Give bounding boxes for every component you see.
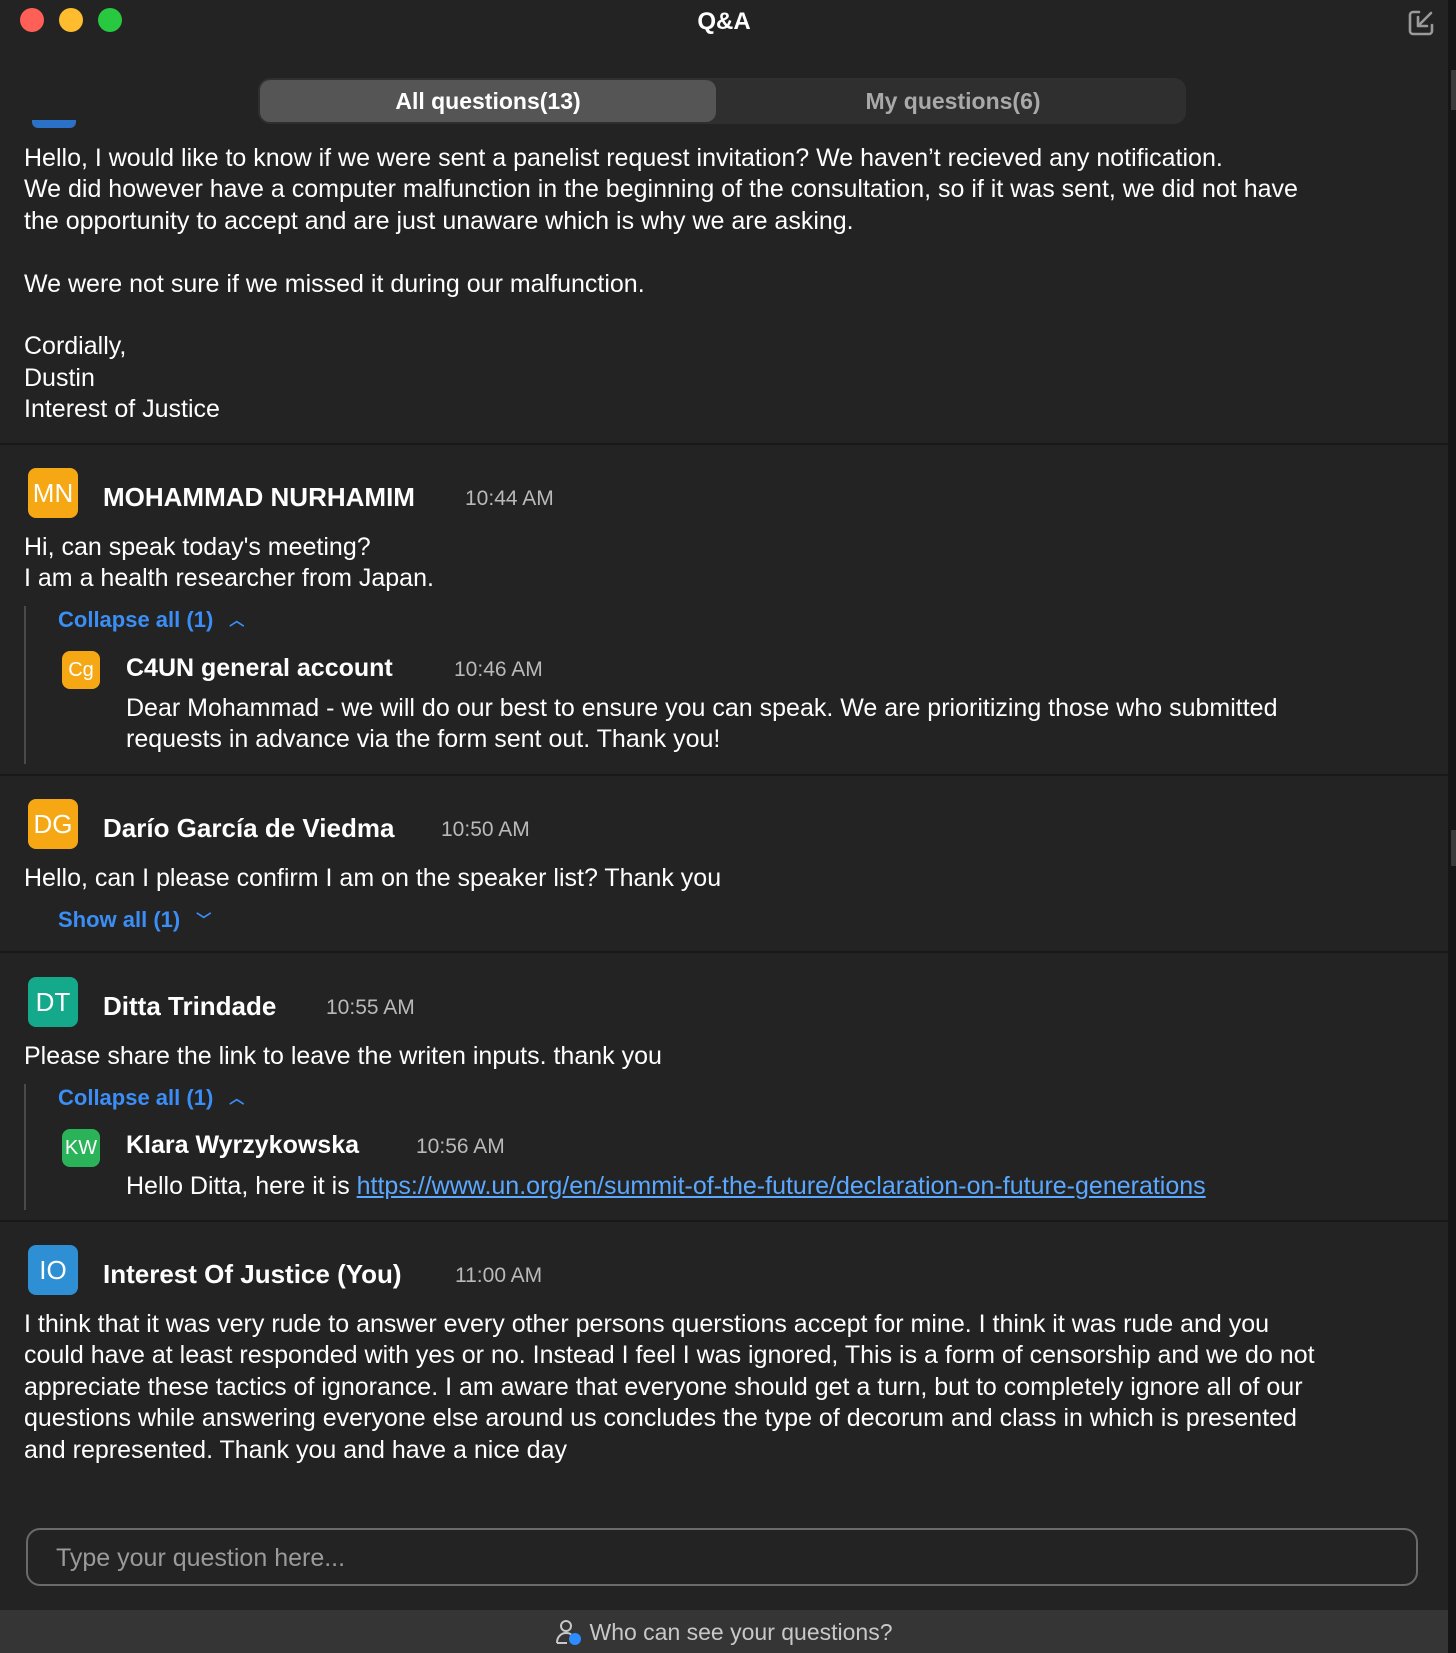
question-author: Ditta Trindade — [103, 991, 277, 1021]
avatar: DG — [28, 799, 78, 849]
reply-avatar: KW — [62, 1129, 100, 1167]
reply-text: Hello Ditta, here it is https://www.un.o… — [126, 1171, 1206, 1202]
tab-all-questions[interactable]: All questions(13) — [260, 80, 716, 122]
background-edge — [1448, 0, 1456, 1653]
chevron-up-icon: ︿ — [229, 612, 245, 629]
question-time: 10:50 AM — [441, 818, 530, 841]
question-tabs: All questions(13) My questions(6) — [258, 78, 1186, 124]
question-time: 10:44 AM — [465, 487, 554, 510]
reply-avatar: Cg — [62, 651, 100, 689]
declaration-link[interactable]: https://www.un.org/en/summit-of-the-futu… — [357, 1172, 1206, 1200]
question-text: Hello, I would like to know if we were s… — [24, 144, 1298, 424]
footer-label: Who can see your questions? — [589, 1619, 893, 1645]
person-visibility-icon — [556, 1620, 582, 1645]
tab-my-questions[interactable]: My questions(6) — [720, 78, 1186, 124]
visibility-footer[interactable]: Who can see your questions? — [0, 1610, 1448, 1653]
question-author: Darío García de Viedma — [103, 813, 395, 843]
chevron-down-icon: ﹀ — [196, 912, 212, 929]
question-time: 11:00 AM — [455, 1264, 543, 1287]
title-bar: Q&A — [0, 0, 1448, 48]
show-all-toggle[interactable]: Show all (1) ﹀ — [58, 907, 211, 933]
footer-content: Who can see your questions? — [0, 1618, 1448, 1646]
question-text: I think that it was very rude to answer … — [24, 1310, 1315, 1464]
avatar: DT — [28, 977, 78, 1027]
question-time: 10:55 AM — [326, 996, 415, 1019]
question-text: Hi, can speak today's meeting? I am a he… — [24, 533, 434, 593]
collapse-all-toggle[interactable]: Collapse all (1) ︿ — [58, 1085, 244, 1111]
reply-author: Klara Wyrzykowska — [126, 1131, 359, 1159]
avatar: MN — [28, 468, 78, 518]
toggle-label: Show all (1) — [58, 907, 181, 932]
qa-window: Q&A All questions(13) My questions(6) He… — [0, 0, 1448, 1653]
divider — [0, 443, 1448, 445]
divider — [0, 774, 1448, 776]
avatar: IO — [28, 1245, 78, 1295]
collapse-all-toggle[interactable]: Collapse all (1) ︿ — [58, 607, 244, 633]
toggle-label: Collapse all (1) — [58, 1085, 214, 1110]
popout-arrow-icon[interactable] — [1406, 8, 1436, 38]
thread-line — [24, 606, 26, 764]
question-input-box — [26, 1528, 1418, 1586]
question-input[interactable] — [54, 1530, 1398, 1586]
reply-text: Dear Mohammad - we will do our best to e… — [126, 694, 1278, 754]
previous-avatar-edge — [32, 120, 76, 128]
question-author: Interest Of Justice (You) — [103, 1259, 402, 1289]
thread-line — [24, 1084, 26, 1210]
reply-time: 10:56 AM — [416, 1135, 505, 1158]
question-author: MOHAMMAD NURHAMIM — [103, 482, 415, 512]
chevron-up-icon: ︿ — [229, 1090, 245, 1107]
reply-time: 10:46 AM — [454, 658, 543, 681]
divider — [0, 1220, 1448, 1222]
toggle-label: Collapse all (1) — [58, 607, 214, 632]
window-title: Q&A — [697, 8, 751, 35]
question-text: Hello, can I please confirm I am on the … — [24, 864, 722, 892]
question-text: Please share the link to leave the write… — [24, 1042, 662, 1070]
reply-author: C4UN general account — [126, 654, 393, 682]
divider — [0, 951, 1448, 953]
reply-text-body: Hello Ditta, here it is — [126, 1172, 357, 1200]
